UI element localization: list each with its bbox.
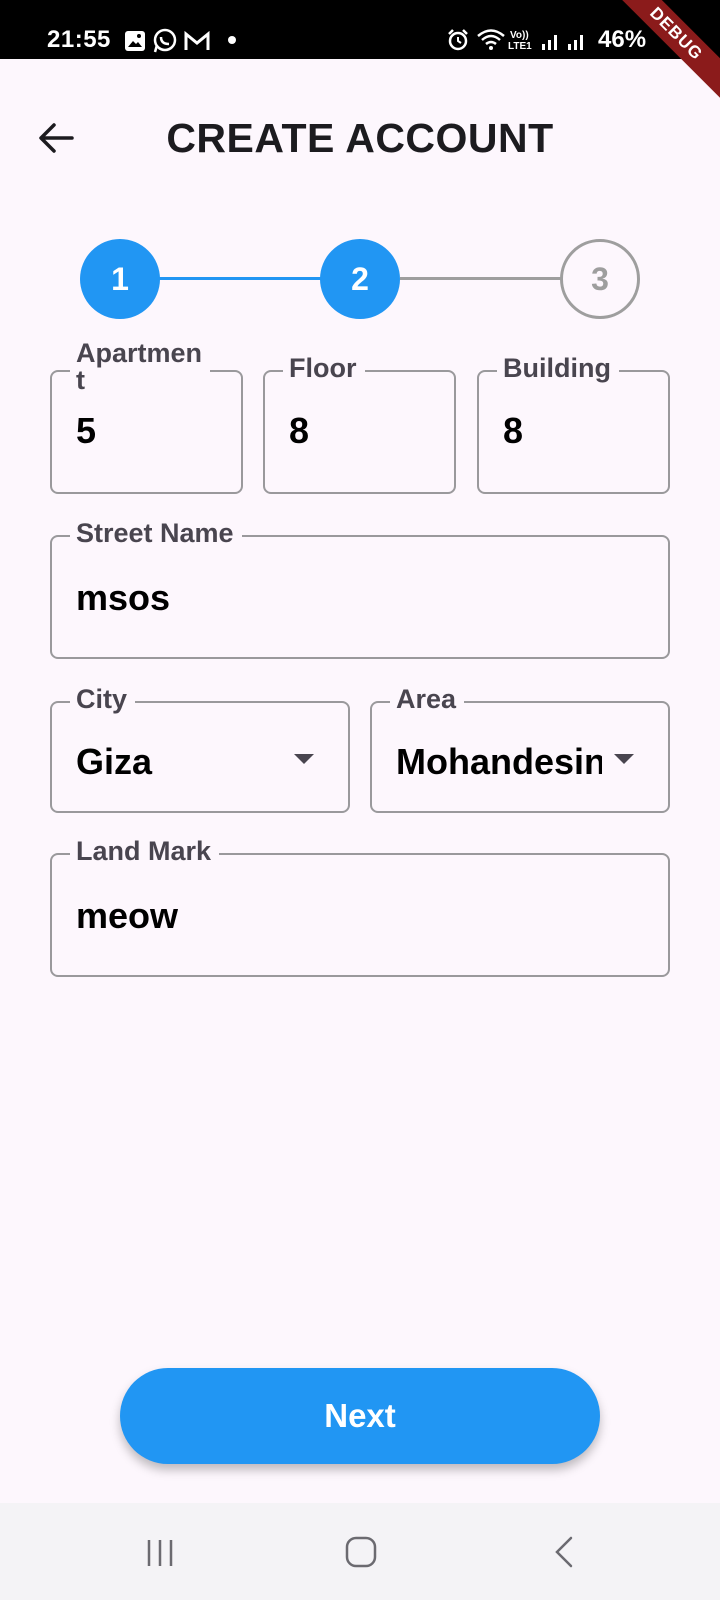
- volte-icon: Vo)) LTE1: [508, 30, 532, 52]
- whatsapp-icon: [153, 28, 177, 53]
- chevron-down-icon: [294, 754, 314, 764]
- step-2: 2: [320, 239, 400, 319]
- city-dropdown[interactable]: City Giza: [50, 685, 350, 813]
- status-time: 21:55: [47, 26, 111, 53]
- wifi-icon: [477, 29, 505, 50]
- land-mark-label: Land Mark: [70, 837, 220, 865]
- area-dropdown[interactable]: Area Mohandesin: [370, 685, 670, 813]
- svg-text:Vo)): Vo)): [510, 30, 529, 41]
- back-icon[interactable]: [552, 1535, 576, 1569]
- area-label: Area: [390, 685, 465, 713]
- street-name-field[interactable]: Street Name msos: [50, 519, 670, 659]
- street-name-value: msos: [76, 577, 171, 618]
- signal-icon: [542, 35, 557, 50]
- navigation-bar: [0, 1503, 720, 1600]
- step-1: 1: [80, 239, 160, 319]
- gmail-icon: [184, 30, 210, 50]
- step-connector-pending: [400, 277, 562, 280]
- apartment-label: Apartmen t: [70, 340, 211, 394]
- alarm-icon: [448, 29, 468, 51]
- area-value: Mohandesin: [396, 741, 602, 782]
- signal-icon: [568, 35, 583, 50]
- gallery-icon: [125, 31, 145, 51]
- apartment-field[interactable]: Apartmen t 5: [50, 340, 243, 494]
- city-value: Giza: [76, 741, 153, 782]
- recent-apps-icon[interactable]: [144, 1537, 176, 1569]
- building-label: Building: [497, 354, 619, 382]
- notification-dot: [228, 36, 236, 44]
- apartment-value: 5: [76, 410, 97, 451]
- chevron-down-icon: [614, 754, 634, 764]
- street-name-label: Street Name: [70, 519, 242, 547]
- step-connector-completed: [158, 277, 322, 280]
- floor-label: Floor: [283, 354, 365, 382]
- city-label: City: [70, 685, 136, 713]
- building-value: 8: [503, 410, 524, 451]
- battery-level: 46%: [598, 26, 647, 53]
- home-icon[interactable]: [344, 1535, 378, 1569]
- building-field[interactable]: Building 8: [477, 354, 670, 494]
- floor-value: 8: [289, 410, 310, 451]
- land-mark-field[interactable]: Land Mark meow: [50, 837, 670, 977]
- status-bar: 21:55 Vo)) LTE1 46%: [0, 0, 720, 59]
- next-button[interactable]: Next: [120, 1368, 600, 1464]
- svg-text:LTE1: LTE1: [508, 41, 532, 52]
- page-title: CREATE ACCOUNT: [166, 115, 554, 161]
- land-mark-value: meow: [76, 895, 179, 936]
- step-3: 3: [560, 239, 640, 319]
- floor-field[interactable]: Floor 8: [263, 354, 456, 494]
